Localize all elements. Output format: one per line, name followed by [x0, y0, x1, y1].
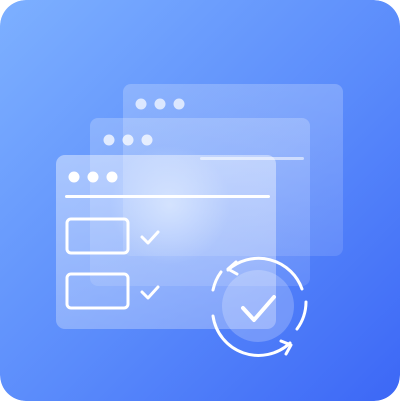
app-icon-tile [0, 0, 400, 401]
window-dots-icon [68, 171, 118, 183]
browser-windows-checklist-sync-icon [0, 0, 400, 401]
window-dots-icon [103, 134, 153, 146]
window-dots-icon [135, 98, 185, 110]
